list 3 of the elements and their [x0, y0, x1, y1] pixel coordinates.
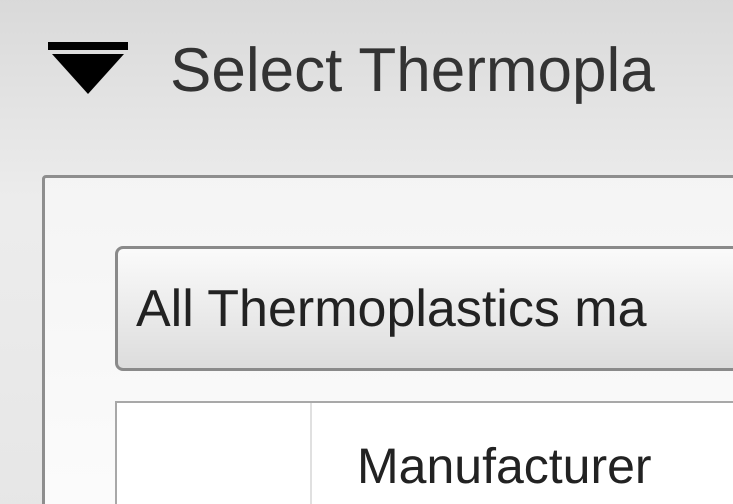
section-title: Select Thermopla — [170, 40, 655, 102]
filter-dropdown[interactable]: All Thermoplastics ma — [115, 246, 733, 371]
collapse-arrow-icon[interactable] — [46, 40, 130, 96]
